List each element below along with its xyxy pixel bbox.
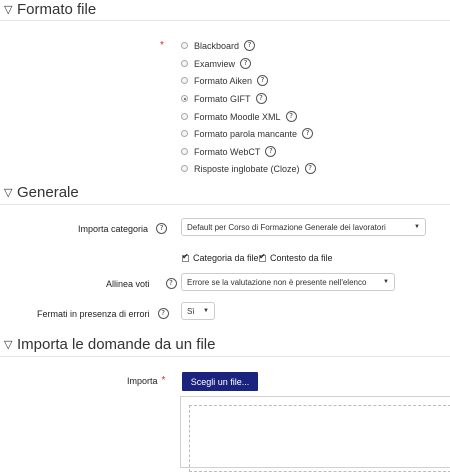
radio-button[interactable] [181, 42, 188, 49]
checkbox-checked[interactable] [259, 252, 266, 262]
radio-button[interactable] [181, 77, 188, 84]
radio-label: Formato parola mancante [194, 128, 298, 139]
field-label: Importa categoria [78, 223, 149, 234]
radio-option-gift[interactable]: Formato GIFT ? [181, 93, 267, 104]
radio-button[interactable] [181, 165, 188, 172]
radio-label: Examview [194, 58, 236, 69]
required-icon: * [160, 40, 164, 51]
help-icon[interactable]: ? [165, 278, 177, 289]
import-label: Importa * [127, 375, 165, 386]
section-header-file-format[interactable]: ▽ Formato file [4, 1, 96, 18]
radio-button[interactable] [181, 148, 188, 155]
radio-option-moodle-xml[interactable]: Formato Moodle XML ? [181, 111, 297, 122]
match-grades-label: Allinea voti ? [106, 278, 177, 289]
radio-label: Formato GIFT [194, 93, 251, 104]
chevron-down-icon: ▽ [4, 4, 13, 16]
select-value: Sì [187, 306, 195, 316]
import-category-select[interactable]: Default per Corso di Formazione Generale… [181, 218, 426, 236]
select-value: Errore se la valutazione non è presente … [187, 277, 367, 287]
divider [0, 356, 450, 357]
help-icon[interactable]: ? [257, 75, 269, 86]
category-from-file-checkbox[interactable]: Categoria da file [182, 252, 259, 263]
select-value: Default per Corso di Formazione Generale… [187, 222, 386, 232]
radio-option-blackboard[interactable]: Blackboard ? [181, 40, 256, 51]
radio-label: Formato WebCT [194, 146, 261, 157]
section-header-general[interactable]: ▽ Generale [4, 184, 79, 201]
help-icon[interactable]: ? [302, 128, 314, 139]
checkbox-label: Categoria da file [193, 253, 259, 263]
help-icon[interactable]: ? [240, 58, 252, 69]
help-icon[interactable]: ? [304, 163, 316, 174]
radio-option-cloze[interactable]: Risposte inglobate (Cloze) ? [181, 163, 316, 174]
section-title: Importa le domande da un file [17, 336, 216, 353]
radio-label: Blackboard [194, 40, 240, 51]
radio-option-missing-word[interactable]: Formato parola mancante ? [181, 128, 314, 139]
radio-option-examview[interactable]: Examview ? [181, 58, 252, 69]
file-drop-zone[interactable] [180, 396, 450, 472]
section-title: Formato file [17, 1, 97, 18]
field-label: Allinea voti [106, 278, 150, 289]
radio-button[interactable] [181, 60, 188, 67]
radio-option-webct[interactable]: Formato WebCT ? [181, 146, 277, 157]
chevron-down-icon: ▽ [4, 339, 13, 351]
divider [0, 20, 450, 21]
stop-on-error-select[interactable]: Sì ▼ [181, 302, 215, 320]
divider [0, 204, 450, 205]
import-category-label: Importa categoria ? [78, 223, 168, 234]
help-icon[interactable]: ? [285, 111, 297, 122]
drop-target-area[interactable] [189, 405, 450, 472]
section-title: Generale [17, 184, 79, 201]
checkbox-label: Contesto da file [270, 253, 333, 263]
help-icon[interactable]: ? [265, 146, 277, 157]
help-icon[interactable]: ? [156, 223, 168, 234]
match-grades-select[interactable]: Errore se la valutazione non è presente … [181, 273, 395, 291]
help-icon[interactable]: ? [255, 93, 267, 104]
chevron-down-icon: ▽ [4, 187, 13, 199]
required-icon: * [161, 375, 166, 386]
radio-label: Risposte inglobate (Cloze) [194, 163, 300, 174]
caret-down-icon: ▼ [414, 224, 420, 230]
radio-label: Formato Aiken [194, 75, 253, 86]
caret-down-icon: ▼ [203, 308, 209, 314]
radio-label: Formato Moodle XML [194, 111, 281, 122]
field-label: Importa [127, 375, 158, 386]
caret-down-icon: ▼ [383, 279, 389, 285]
context-from-file-checkbox[interactable]: Contesto da file [259, 252, 333, 263]
help-icon[interactable]: ? [157, 308, 169, 319]
section-header-import[interactable]: ▽ Importa le domande da un file [4, 336, 215, 353]
field-label: Fermati in presenza di errori [37, 308, 150, 319]
stop-on-error-label: Fermati in presenza di errori ? [37, 308, 169, 319]
help-icon[interactable]: ? [244, 40, 256, 51]
checkbox-checked[interactable] [182, 252, 189, 262]
radio-button[interactable] [181, 130, 188, 137]
choose-file-button[interactable]: Scegli un file... [182, 372, 258, 391]
radio-button-selected[interactable] [181, 95, 188, 102]
radio-button[interactable] [181, 113, 188, 120]
radio-option-aiken[interactable]: Formato Aiken ? [181, 75, 269, 86]
